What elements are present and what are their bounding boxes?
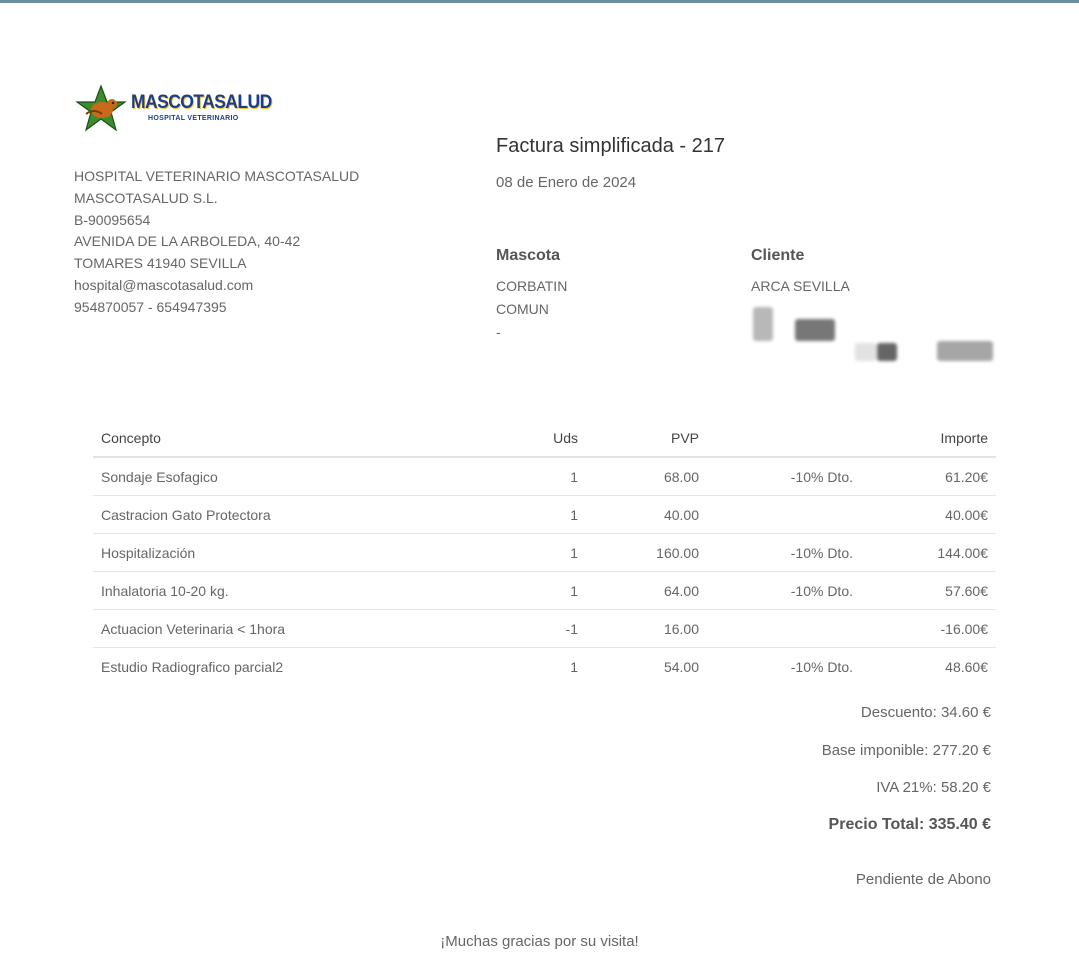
top-accent-bar: [0, 0, 1079, 3]
company-address: AVENIDA DE LA ARBOLEDA, 40-42: [74, 233, 301, 250]
table-row: Inhalatoria 10-20 kg. 1 64.00 -10% Dto. …: [93, 571, 996, 610]
pet-name: CORBATIN: [496, 278, 568, 294]
row-concept: Castracion Gato Protectora: [93, 495, 487, 534]
row-discount: -10% Dto.: [707, 533, 861, 572]
row-concept: Inhalatoria 10-20 kg.: [93, 571, 487, 610]
client-heading: Cliente: [751, 247, 805, 264]
invoice-title: Factura simplificada - 217: [496, 135, 725, 157]
line-items-table: Concepto Uds PVP Importe Sondaje Esofagi…: [93, 420, 996, 685]
discount-total: Descuento: 34.60 €: [860, 704, 991, 721]
row-discount: [707, 495, 861, 534]
logo-subtitle: HOSPITAL VETERINARIO: [148, 115, 239, 122]
table-row: Actuacion Veterinaria < 1hora -1 16.00 -…: [93, 609, 996, 648]
row-discount: -10% Dto.: [707, 571, 861, 610]
company-city: TOMARES 41940 SEVILLA: [74, 255, 247, 272]
row-discount: [707, 609, 861, 648]
pet-extra: -: [496, 324, 501, 340]
company-email: hospital@mascotasalud.com: [74, 276, 254, 293]
company-info: HOSPITAL VETERINARIO MASCOTASALUD MASCOT…: [74, 166, 359, 319]
row-price: 64.00: [586, 571, 707, 610]
row-units: 1: [487, 457, 586, 496]
redacted-block: [937, 341, 993, 361]
company-legal-name: MASCOTASALUD S.L.: [74, 189, 218, 206]
row-amount: 40.00€: [861, 495, 996, 534]
header-discount: [707, 420, 861, 458]
mascotasalud-logo: MASCOTASALUD HOSPITAL VETERINARIO: [74, 84, 272, 136]
row-units: 1: [570, 658, 578, 675]
row-concept: Actuacion Veterinaria < 1hora: [93, 609, 487, 648]
pet-heading: Mascota: [496, 247, 561, 264]
table-header-row: Concepto Uds PVP Importe: [93, 420, 996, 458]
client-section: Cliente ARCA SEVILLA: [751, 247, 996, 367]
row-amount: -16.00€: [861, 609, 996, 648]
row-discount: -10% Dto.: [707, 457, 861, 496]
row-price: 54.00: [663, 658, 699, 675]
thank-you-message: ¡Muchas gracias por su visita!: [440, 933, 639, 950]
row-concept: Hospitalización: [93, 533, 487, 572]
invoice-date: 08 de Enero de 2024: [496, 174, 637, 191]
company-phones: 954870057 - 654947395: [74, 298, 227, 315]
company-tax-id: B-90095654: [74, 211, 151, 228]
table-row: Hospitalización 1 160.00 -10% Dto. 144.0…: [93, 533, 996, 572]
row-units: 1: [487, 495, 586, 534]
company-name: HOSPITAL VETERINARIO MASCOTASALUD: [74, 168, 360, 184]
row-units: -1: [487, 609, 586, 648]
row-units: 1: [487, 533, 586, 572]
row-concept: Estudio Radiografico parcial2: [101, 658, 284, 675]
redacted-block: [855, 343, 877, 361]
pet-breed: COMUN: [496, 301, 549, 317]
header-units: Uds: [487, 420, 586, 458]
row-amount: 48.60€: [945, 658, 988, 675]
row-price: 16.00: [586, 609, 707, 648]
row-price: 40.00: [586, 495, 707, 534]
row-amount: 57.60€: [861, 571, 996, 610]
row-amount: 61.20€: [861, 457, 996, 496]
table-row: Sondaje Esofagico 1 68.00 -10% Dto. 61.2…: [93, 457, 996, 496]
star-dog-logo-icon: [75, 84, 127, 132]
client-name: ARCA SEVILLA: [751, 278, 850, 294]
row-units: 1: [487, 571, 586, 610]
payment-status: Pendiente de Abono: [855, 871, 991, 888]
redacted-block: [753, 307, 773, 341]
redacted-block: [877, 343, 897, 361]
pet-section: Mascota CORBATIN COMUN -: [496, 247, 567, 344]
row-price: 160.00: [586, 533, 707, 572]
grand-total: Precio Total: 335.40 €: [828, 816, 991, 833]
header-price: PVP: [586, 420, 707, 458]
redacted-block: [795, 319, 835, 341]
logo-name: MASCOTASALUD: [131, 92, 272, 113]
table-row: Estudio Radiografico parcial2 1 54.00 -1…: [93, 648, 996, 686]
vat-amount: IVA 21%: 58.20 €: [876, 779, 991, 796]
row-concept: Sondaje Esofagico: [93, 457, 487, 496]
header-concept: Concepto: [93, 420, 487, 458]
tax-base: Base imponible: 277.20 €: [821, 742, 991, 759]
table-row: Castracion Gato Protectora 1 40.00 40.00…: [93, 495, 996, 534]
row-amount: 144.00€: [861, 533, 996, 572]
header-amount: Importe: [861, 420, 996, 458]
row-discount: -10% Dto.: [790, 658, 853, 675]
row-price: 68.00: [586, 457, 707, 496]
